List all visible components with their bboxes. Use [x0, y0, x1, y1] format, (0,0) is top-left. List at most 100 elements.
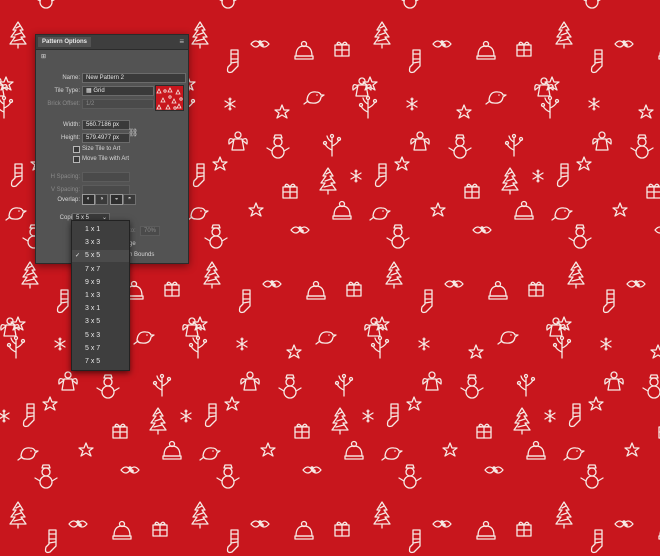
tree-icon: [501, 167, 519, 195]
tree-icon: [9, 501, 27, 529]
gift-icon: [294, 423, 310, 439]
snowman-icon: [266, 134, 290, 159]
height-field[interactable]: 579.4977 px: [82, 133, 130, 143]
stocking-icon: [408, 529, 421, 554]
show-edge-label-partial: ge: [129, 241, 136, 247]
copies-option-label: 5 x 5: [85, 252, 101, 260]
copies-option-label: 5 x 7: [85, 344, 101, 352]
checkmark-icon: ✓: [75, 253, 81, 260]
tree-icon: [385, 261, 403, 289]
bird-icon: [315, 331, 337, 345]
hamburger-menu-icon[interactable]: ≡: [179, 37, 184, 47]
branch-icon: [552, 335, 572, 359]
copies-option[interactable]: 3 x 1: [72, 303, 129, 315]
tree-icon: [203, 261, 221, 289]
overlap-label: Overlap:: [57, 197, 80, 203]
holly-icon: [120, 465, 140, 474]
copies-option[interactable]: 5 x 7: [72, 343, 129, 355]
holly-icon: [614, 39, 634, 48]
pattern-preview-swatch: [155, 85, 184, 111]
copies-option-label: 3 x 3: [85, 239, 101, 247]
hat-icon: [344, 440, 364, 460]
copies-option[interactable]: 7 x 5: [72, 356, 129, 368]
hat-icon: [112, 520, 132, 540]
holly-icon: [472, 225, 492, 234]
branch-icon: [188, 335, 208, 359]
copies-option[interactable]: 3 x 3: [72, 237, 129, 249]
star-icon: [286, 344, 302, 359]
holly-icon: [484, 465, 504, 474]
branch-icon: [504, 133, 524, 157]
overlap-right-icon[interactable]: ◑: [95, 194, 108, 205]
snowflake-icon: [600, 337, 612, 351]
overlap-top-icon[interactable]: ◒: [110, 194, 123, 205]
hat-icon: [162, 440, 182, 460]
copies-option[interactable]: 1 x 3: [72, 290, 129, 302]
stocking-icon: [386, 403, 399, 428]
stocking-icon: [238, 289, 251, 314]
pattern-tile-tool-icon[interactable]: ⊞: [41, 53, 50, 61]
copies-option[interactable]: 1 x 1: [72, 224, 129, 236]
gift-icon: [646, 183, 660, 199]
move-tile-checkbox[interactable]: [73, 156, 80, 163]
overlap-left-icon[interactable]: ◐: [82, 194, 95, 205]
star-icon: [374, 316, 390, 331]
snowman-icon: [216, 0, 240, 9]
stocking-icon: [56, 289, 69, 314]
dim-copies-label: to:: [129, 228, 136, 234]
branch-icon: [334, 373, 354, 397]
copies-option[interactable]: 3 x 5: [72, 316, 129, 328]
star-icon: [78, 442, 94, 457]
brick-offset-label: Brick Offset:: [47, 101, 80, 107]
snowman-icon: [642, 374, 660, 399]
branch-icon: [6, 335, 26, 359]
copies-option[interactable]: 7 x 7: [72, 264, 129, 276]
stocking-icon: [408, 49, 421, 74]
bird-icon: [5, 207, 27, 221]
size-tile-checkbox[interactable]: [73, 146, 80, 153]
stocking-icon: [590, 529, 603, 554]
copies-option-label: 1 x 1: [85, 226, 101, 233]
move-tile-label: Move Tile with Art: [82, 156, 130, 162]
angel-icon: [410, 131, 430, 151]
show-bounds-label-partial: n Bounds: [129, 252, 155, 258]
width-field[interactable]: 560.7186 px: [82, 120, 130, 130]
tree-icon: [21, 261, 39, 289]
hat-icon: [306, 280, 326, 300]
angel-icon: [592, 131, 612, 151]
snowflake-icon: [418, 337, 430, 351]
bird-icon: [381, 447, 403, 461]
overlap-bottom-icon[interactable]: ◓: [123, 194, 136, 205]
stocking-icon: [226, 529, 239, 554]
star-icon: [42, 396, 58, 411]
snowflake-icon: [224, 97, 236, 111]
star-icon: [588, 396, 604, 411]
tree-icon: [191, 21, 209, 49]
panel-tab-bar: Pattern Options ≡: [36, 35, 188, 50]
hat-icon: [488, 280, 508, 300]
star-icon: [612, 202, 628, 217]
gift-icon: [152, 521, 168, 537]
panel-title[interactable]: Pattern Options: [38, 37, 92, 47]
height-label: Height:: [60, 135, 80, 141]
snowman-icon: [96, 374, 120, 399]
stocking-icon: [602, 289, 615, 314]
bird-icon: [303, 91, 325, 105]
bird-icon: [497, 331, 519, 345]
copies-option[interactable]: ✓ 5 x 5: [72, 250, 129, 263]
copies-dropdown-menu: 1 x 1 3 x 3 ✓ 5 x 5 7 x 7 9 x 9 1 x 3 3 x 1 3 x …: [71, 220, 130, 371]
name-field[interactable]: New Pattern 2: [82, 73, 186, 83]
snowflake-icon: [588, 97, 600, 111]
branch-icon: [0, 95, 14, 119]
copies-option[interactable]: 9 x 9: [72, 277, 129, 289]
tree-icon: [513, 407, 531, 435]
snowman-icon: [568, 224, 592, 249]
copies-option[interactable]: 5 x 3: [72, 330, 129, 342]
star-icon: [212, 156, 228, 171]
stocking-icon: [44, 529, 57, 554]
star-icon: [556, 316, 572, 331]
tree-icon: [555, 21, 573, 49]
tile-type-value: Grid: [93, 88, 105, 94]
holly-icon: [614, 519, 634, 528]
tile-type-select[interactable]: ▦ Grid: [82, 86, 154, 96]
